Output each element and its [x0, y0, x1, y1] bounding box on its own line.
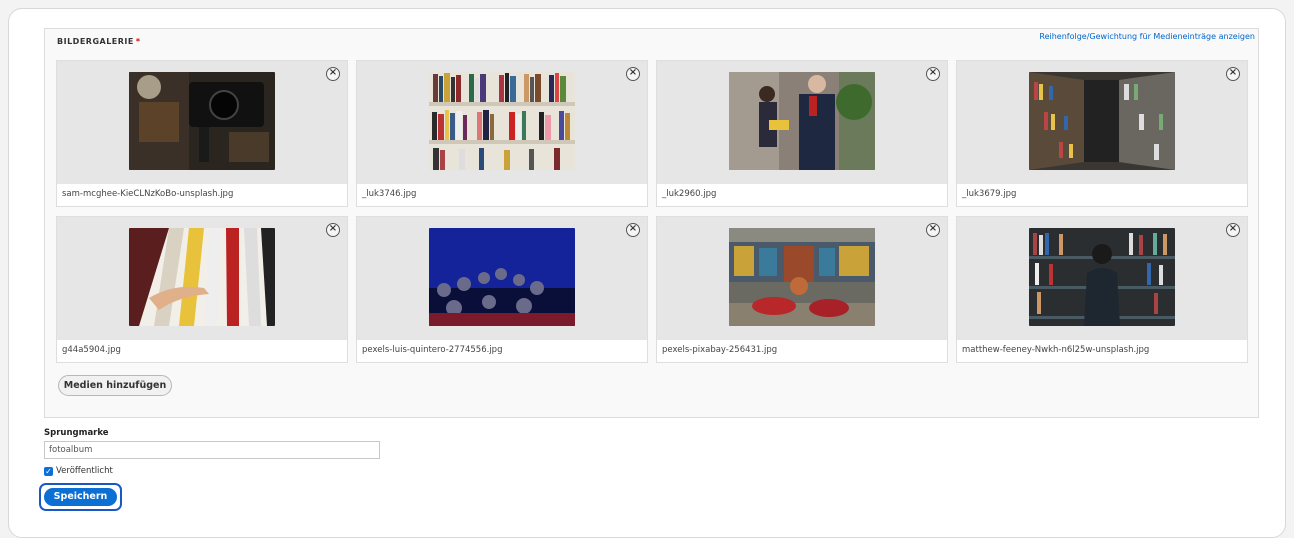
published-checkbox[interactable]: ✓ [44, 467, 53, 476]
anchor-input[interactable] [44, 441, 380, 459]
media-filename: g44a5904.jpg [62, 345, 121, 355]
media-filename: pexels-luis-quintero-2774556.jpg [362, 345, 503, 355]
media-item: × _luk2960.jpg [656, 60, 948, 207]
remove-media-button[interactable]: × [926, 67, 940, 81]
media-preview: × [357, 61, 647, 184]
media-preview: × [57, 61, 347, 184]
media-item: × sam-mcghee-KieCLNzKoBo-unsplash.jpg [56, 60, 348, 207]
add-media-button[interactable]: Medien hinzufügen [58, 375, 172, 396]
save-button[interactable]: Speichern [44, 488, 117, 506]
published-label: Veröffentlicht [56, 466, 113, 476]
media-item: × g44a5904.jpg [56, 216, 348, 363]
library-shelves-photo [1029, 72, 1175, 170]
bookshelf-photo [429, 72, 575, 170]
remove-media-button[interactable]: × [926, 223, 940, 237]
media-item: × _luk3746.jpg [356, 60, 648, 207]
media-item: × matthew-feeney-Nwkh-n6l25w-unsplash.jp… [956, 216, 1248, 363]
media-filename: _luk2960.jpg [662, 189, 717, 199]
gallery-legend: BILDERGALERIE * [57, 37, 141, 46]
person-at-shelves-photo [1029, 228, 1175, 326]
media-filename: pexels-pixabay-256431.jpg [662, 345, 778, 355]
media-preview: × [657, 217, 947, 340]
people-reading-photo [729, 72, 875, 170]
required-marker: * [135, 37, 141, 46]
media-filename: _luk3746.jpg [362, 189, 417, 199]
media-preview: × [57, 217, 347, 340]
media-item: × pexels-pixabay-256431.jpg [656, 216, 948, 363]
media-item: × pexels-luis-quintero-2774556.jpg [356, 216, 648, 363]
order-weight-link[interactable]: Reihenfolge/Gewichtung für Medieneinträg… [1039, 32, 1255, 41]
remove-media-button[interactable]: × [626, 67, 640, 81]
remove-media-button[interactable]: × [626, 223, 640, 237]
image-gallery-fieldset: BILDERGALERIE * Reihenfolge/Gewichtung fü… [44, 28, 1259, 418]
media-preview: × [957, 61, 1247, 184]
save-button-focus-ring: Speichern [39, 483, 122, 511]
audience-photo [429, 228, 575, 326]
media-item: × _luk3679.jpg [956, 60, 1248, 207]
media-preview: × [957, 217, 1247, 340]
media-preview: × [657, 61, 947, 184]
media-filename: matthew-feeney-Nwkh-n6l25w-unsplash.jpg [962, 345, 1150, 355]
camera-studio-photo [129, 72, 275, 170]
media-filename: sam-mcghee-KieCLNzKoBo-unsplash.jpg [62, 189, 234, 199]
published-row: ✓ Veröffentlicht [44, 466, 113, 476]
library-interior-photo [729, 228, 875, 326]
remove-media-button[interactable]: × [1226, 67, 1240, 81]
media-preview: × [357, 217, 647, 340]
remove-media-button[interactable]: × [326, 223, 340, 237]
remove-media-button[interactable]: × [326, 67, 340, 81]
anchor-label: Sprungmarke [44, 428, 109, 438]
remove-media-button[interactable]: × [1226, 223, 1240, 237]
media-filename: _luk3679.jpg [962, 189, 1017, 199]
hand-on-books-photo [129, 228, 275, 326]
